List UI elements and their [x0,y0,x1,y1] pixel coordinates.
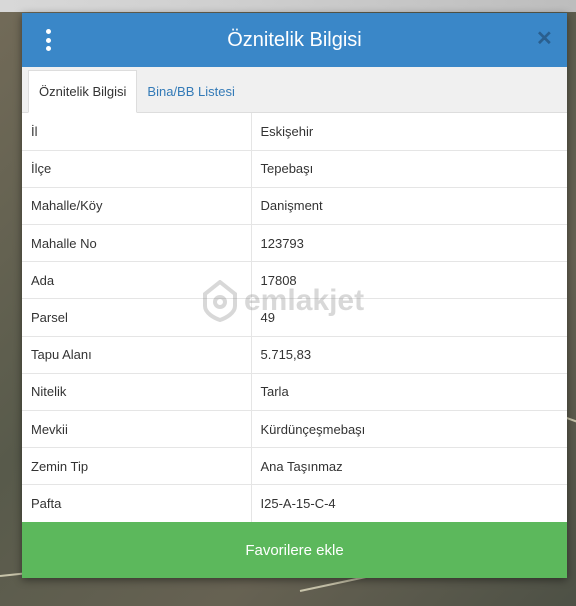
row-value: Tepebaşı [251,150,567,188]
row-value: Danişment [251,187,567,226]
modal-title: Öznitelik Bilgisi [227,28,362,51]
vertical-dots-icon[interactable] [42,29,54,51]
row-key: İl [22,113,252,151]
row-key: Mevkii [22,410,252,449]
add-to-favorites-button[interactable]: Favorilere ekle [22,522,567,578]
tab-building-list[interactable]: Bina/BB Listesi [137,70,244,112]
table-row: Tapu Alanı 5.715,83 [22,336,567,374]
close-icon[interactable]: ✕ [536,29,553,49]
tab-attribute-info[interactable]: Öznitelik Bilgisi [28,70,138,113]
table-row: Parsel 49 [22,298,567,337]
row-value: 17808 [251,261,567,300]
table-row: Mahalle No 123793 [22,224,567,263]
row-value: 5.715,83 [251,336,567,374]
row-key: Mahalle No [22,224,252,263]
row-value: Tarla [251,373,567,412]
row-key: İlçe [22,150,252,188]
row-key: Tapu Alanı [22,336,252,374]
attribute-modal: Öznitelik Bilgisi ✕ Öznitelik Bilgisi Bi… [22,13,567,578]
row-value: Eskişehir [251,113,567,151]
row-value: 123793 [251,224,567,263]
row-value: Ana Taşınmaz [251,447,567,486]
modal-header: Öznitelik Bilgisi ✕ [22,13,567,67]
attribute-table: İl Eskişehir İlçe Tepebaşı Mahalle/Köy Dani… [22,113,567,522]
map-top-strip [0,0,576,12]
row-value: I25-A-15-C-4 [251,484,567,522]
row-key: Ada [22,261,252,300]
table-row: Pafta I25-A-15-C-4 [22,484,567,522]
row-key: Parsel [22,298,252,337]
row-key: Nitelik [22,373,252,412]
table-row: Ada 17808 [22,261,567,300]
row-value: Kürdünçeşmebaşı [251,410,567,449]
table-row: Zemin Tip Ana Taşınmaz [22,447,567,486]
table-row: Mahalle/Köy Danişment [22,187,567,226]
tab-bar: Öznitelik Bilgisi Bina/BB Listesi [22,67,567,113]
table-row: İl Eskişehir [22,113,567,151]
row-key: Pafta [22,484,252,522]
row-key: Mahalle/Köy [22,187,252,226]
attribute-table-container: İl Eskişehir İlçe Tepebaşı Mahalle/Köy Dani… [22,113,567,522]
table-row: Mevkii Kürdünçeşmebaşı [22,410,567,449]
row-value: 49 [251,298,567,337]
row-key: Zemin Tip [22,447,252,486]
table-row: İlçe Tepebaşı [22,150,567,188]
table-row: Nitelik Tarla [22,373,567,412]
